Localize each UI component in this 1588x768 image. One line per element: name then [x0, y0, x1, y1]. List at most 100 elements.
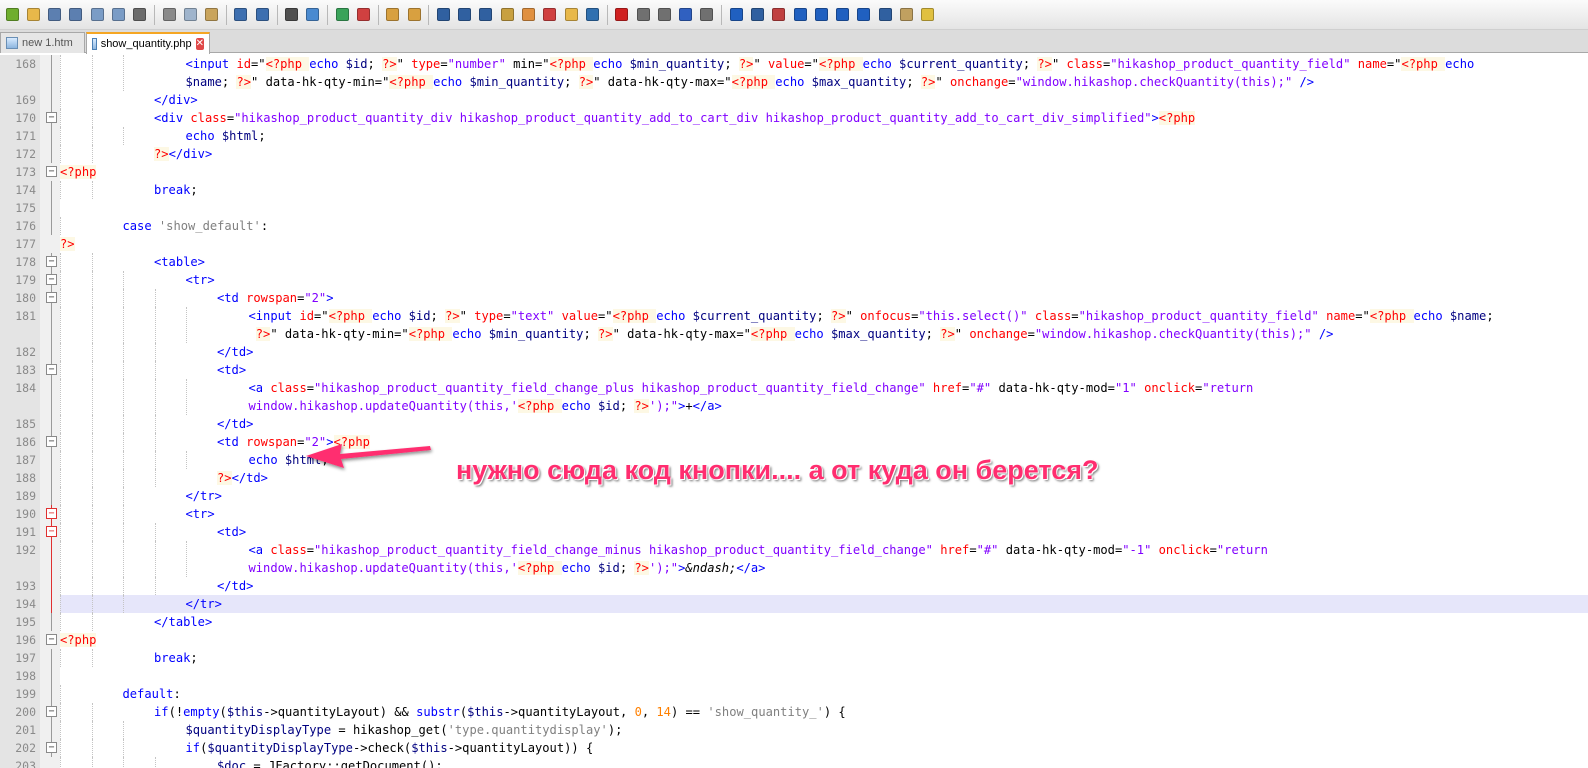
code-content[interactable]: </td> [60, 577, 1588, 595]
code-content[interactable]: </td> [60, 343, 1588, 361]
code-content[interactable]: <tr> [60, 271, 1588, 289]
fold-toggle-icon[interactable]: − [46, 634, 57, 645]
close-icon[interactable] [88, 6, 106, 24]
zoom-out-icon[interactable] [354, 6, 372, 24]
code-line[interactable]: 178− <table> [0, 253, 1588, 271]
monitoring-icon[interactable] [583, 6, 601, 24]
save-icon[interactable] [46, 6, 64, 24]
code-line[interactable]: 180− <td rowspan="2"> [0, 289, 1588, 307]
fold-toggle-icon[interactable]: − [46, 292, 57, 303]
open-file-icon[interactable] [24, 6, 42, 24]
code-line[interactable]: 174 break; [0, 181, 1588, 199]
code-content[interactable]: <a class="hikashop_product_quantity_fiel… [60, 541, 1588, 577]
code-line[interactable]: 202− if($quantityDisplayType->check($this… [0, 739, 1588, 757]
code-content[interactable]: if($quantityDisplayType->check($this->qu… [60, 739, 1588, 757]
close-tab-icon[interactable]: ✕ [195, 38, 204, 50]
code-line[interactable]: 193 </td> [0, 577, 1588, 595]
code-line[interactable]: 172 ?></div> [0, 145, 1588, 163]
plugin-icon-8[interactable] [876, 6, 894, 24]
code-line[interactable]: 176 case 'show_default': [0, 217, 1588, 235]
code-content[interactable]: <table> [60, 253, 1588, 271]
plugin-icon-9[interactable] [898, 6, 916, 24]
fold-toggle-icon[interactable]: − [46, 526, 57, 537]
code-content[interactable]: case 'show_default': [60, 217, 1588, 235]
plugin-icon-3[interactable] [770, 6, 788, 24]
replace-icon[interactable] [304, 6, 322, 24]
code-content[interactable]: <td> [60, 361, 1588, 379]
code-content[interactable]: </tr> [60, 595, 1588, 613]
code-content[interactable]: break; [60, 181, 1588, 199]
tab-new-1[interactable]: new 1.htm [0, 32, 85, 53]
code-line[interactable]: 181 <input id="<?php echo $id; ?>" type="… [0, 307, 1588, 343]
indent-guide-icon[interactable] [477, 6, 495, 24]
stop-macro-icon[interactable] [634, 6, 652, 24]
plugin-icon-7[interactable] [855, 6, 873, 24]
code-content[interactable]: default: [60, 685, 1588, 703]
redo-icon[interactable] [253, 6, 271, 24]
tab-show-quantity[interactable]: show_quantity.php ✕ [86, 32, 210, 54]
code-content[interactable]: <input id="<?php echo $id; ?>" type="num… [60, 55, 1588, 91]
function-list-icon[interactable] [541, 6, 559, 24]
fold-toggle-icon[interactable]: − [46, 166, 57, 177]
code-content[interactable]: <input id="<?php echo $id; ?>" type="tex… [60, 307, 1588, 343]
code-content[interactable]: break; [60, 649, 1588, 667]
code-content[interactable]: </tr> [60, 487, 1588, 505]
code-content[interactable]: </div> [60, 91, 1588, 109]
fold-toggle-icon[interactable]: − [46, 742, 57, 753]
code-line[interactable]: 190− <tr> [0, 505, 1588, 523]
folder-as-workspace-icon[interactable] [562, 6, 580, 24]
undo-icon[interactable] [232, 6, 250, 24]
code-content[interactable]: echo $html; [60, 127, 1588, 145]
plugin-icon-10[interactable] [919, 6, 937, 24]
plugin-icon-6[interactable] [834, 6, 852, 24]
plugin-icon-1[interactable] [727, 6, 745, 24]
sync-vertical-icon[interactable] [384, 6, 402, 24]
code-line[interactable]: 185 </td> [0, 415, 1588, 433]
code-content[interactable]: <?php [60, 631, 1588, 649]
code-line[interactable]: 189 </tr> [0, 487, 1588, 505]
code-content[interactable] [60, 199, 1588, 217]
record-macro-icon[interactable] [613, 6, 631, 24]
code-content[interactable]: <div class="hikashop_product_quantity_di… [60, 109, 1588, 127]
code-content[interactable]: if(!empty($this->quantityLayout) && subs… [60, 703, 1588, 721]
fold-toggle-icon[interactable]: − [46, 706, 57, 717]
find-icon[interactable] [283, 6, 301, 24]
zoom-in-icon[interactable] [333, 6, 351, 24]
fold-toggle-icon[interactable]: − [46, 436, 57, 447]
code-content[interactable]: $quantityDisplayType = hikashop_get('typ… [60, 721, 1588, 739]
code-content[interactable]: </table> [60, 613, 1588, 631]
code-content[interactable]: ?> [60, 235, 1588, 253]
sync-horizontal-icon[interactable] [405, 6, 423, 24]
code-line[interactable]: 191− <td> [0, 523, 1588, 541]
code-line[interactable]: 171 echo $html; [0, 127, 1588, 145]
code-line[interactable]: 177 ?> [0, 235, 1588, 253]
code-content[interactable] [60, 667, 1588, 685]
save-all-icon[interactable] [67, 6, 85, 24]
fold-toggle-icon[interactable]: − [46, 112, 57, 123]
fold-toggle-icon[interactable]: − [46, 508, 57, 519]
code-line[interactable]: 182 </td> [0, 343, 1588, 361]
fold-toggle-icon[interactable]: − [46, 256, 57, 267]
code-content[interactable]: $doc = JFactory::getDocument(); [60, 757, 1588, 768]
code-line[interactable]: 169 </div> [0, 91, 1588, 109]
code-line[interactable]: 200− if(!empty($this->quantityLayout) && … [0, 703, 1588, 721]
plugin-icon-4[interactable] [791, 6, 809, 24]
code-content[interactable]: <td rowspan="2"> [60, 289, 1588, 307]
code-content[interactable]: <tr> [60, 505, 1588, 523]
code-line[interactable]: 179− <tr> [0, 271, 1588, 289]
code-content[interactable]: ?></div> [60, 145, 1588, 163]
code-line[interactable]: 197 break; [0, 649, 1588, 667]
plugin-icon-2[interactable] [749, 6, 767, 24]
cut-icon[interactable] [160, 6, 178, 24]
new-file-icon[interactable] [3, 6, 21, 24]
code-line[interactable]: 194 </tr> [0, 595, 1588, 613]
code-line[interactable]: 195 </table> [0, 613, 1588, 631]
fold-toggle-icon[interactable]: − [46, 364, 57, 375]
code-line[interactable]: 183− <td> [0, 361, 1588, 379]
play-macro-icon[interactable] [655, 6, 673, 24]
code-line[interactable]: 196− <?php [0, 631, 1588, 649]
code-content[interactable]: </td> [60, 415, 1588, 433]
code-editor[interactable]: 168 <input id="<?php echo $id; ?>" type="… [0, 53, 1588, 768]
copy-icon[interactable] [181, 6, 199, 24]
code-line[interactable]: 184 <a class="hikashop_product_quantity_f… [0, 379, 1588, 415]
